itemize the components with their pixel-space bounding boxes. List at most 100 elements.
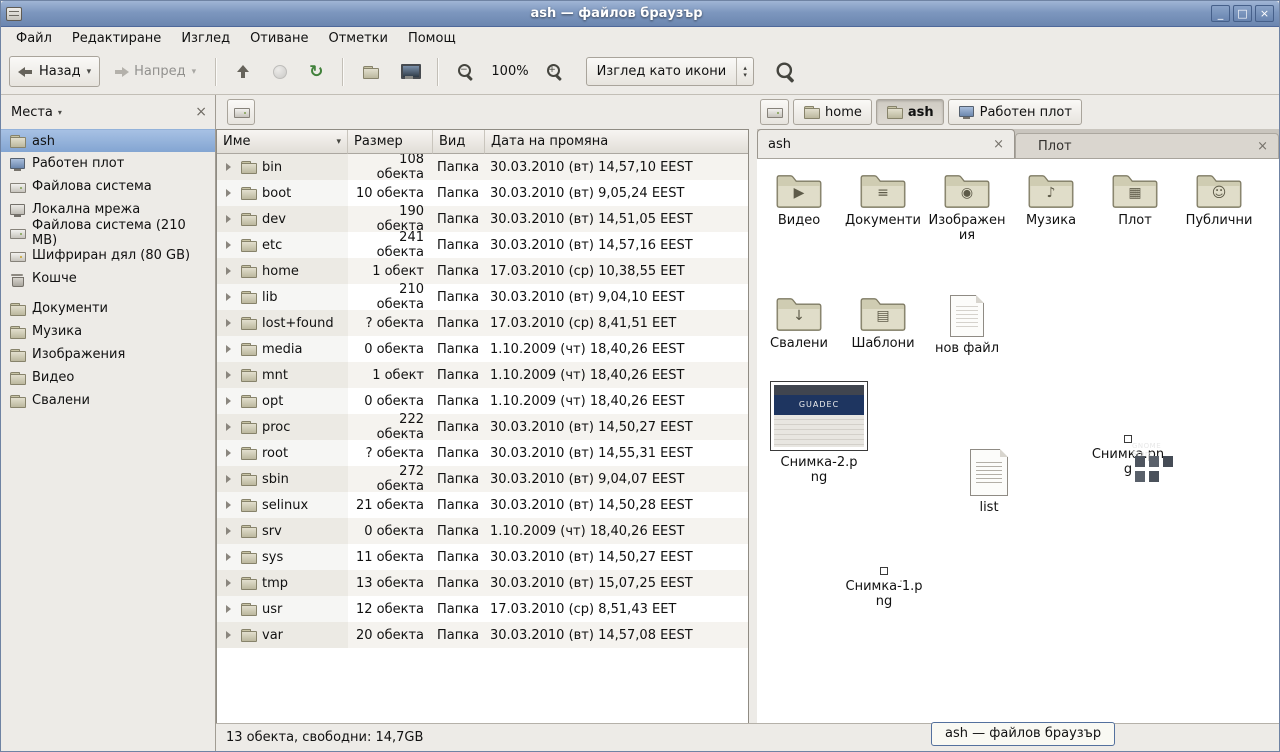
table-row[interactable]: media 0 обекта Папка 1.10.2009 (чт) 18,4… bbox=[217, 336, 748, 362]
tab-close-icon[interactable]: × bbox=[1257, 139, 1268, 154]
zoom-in-button[interactable]: + bbox=[537, 56, 572, 87]
search-button[interactable] bbox=[768, 56, 803, 87]
expander-icon[interactable] bbox=[226, 267, 235, 275]
maximize-button[interactable]: □ bbox=[1233, 5, 1252, 22]
place-item[interactable]: Документи bbox=[1, 297, 215, 320]
back-dropdown-icon[interactable]: ▾ bbox=[87, 67, 92, 77]
table-row[interactable]: mnt 1 обект Папка 1.10.2009 (чт) 18,40,2… bbox=[217, 362, 748, 388]
place-item[interactable]: Работен плот bbox=[1, 152, 215, 175]
expander-icon[interactable] bbox=[226, 449, 235, 457]
file-item-list[interactable]: list bbox=[957, 449, 1021, 515]
place-item[interactable]: Музика bbox=[1, 320, 215, 343]
folder-item[interactable]: ▶ Видео bbox=[757, 171, 841, 294]
folder-item[interactable]: ☺ Публични bbox=[1177, 171, 1261, 294]
folder-item[interactable]: ≡ Документи bbox=[841, 171, 925, 294]
table-row[interactable]: etc 241 обекта Папка 30.03.2010 (вт) 14,… bbox=[217, 232, 748, 258]
table-row[interactable]: sbin 272 обекта Папка 30.03.2010 (вт) 9,… bbox=[217, 466, 748, 492]
forward-button[interactable]: Напред ▾ bbox=[104, 56, 205, 87]
table-row[interactable]: opt 0 обекта Папка 1.10.2009 (чт) 18,40,… bbox=[217, 388, 748, 414]
table-row[interactable]: usr 12 обекта Папка 17.03.2010 (ср) 8,51… bbox=[217, 596, 748, 622]
expander-icon[interactable] bbox=[226, 605, 235, 613]
place-item[interactable]: Шифриран дял (80 GB) bbox=[1, 244, 215, 267]
table-row[interactable]: selinux 21 обекта Папка 30.03.2010 (вт) … bbox=[217, 492, 748, 518]
place-item[interactable]: Видео bbox=[1, 366, 215, 389]
menu-item[interactable]: Отметки bbox=[319, 29, 396, 48]
image-item-snimka[interactable]: GNOME Store Снимка.png bbox=[1073, 435, 1183, 477]
sidebar-mode-combo[interactable]: Места ▾ bbox=[11, 105, 62, 120]
expander-icon[interactable] bbox=[226, 293, 235, 301]
table-row[interactable]: lib 210 обекта Папка 30.03.2010 (вт) 9,0… bbox=[217, 284, 748, 310]
table-row[interactable]: bin 108 обекта Папка 30.03.2010 (вт) 14,… bbox=[217, 154, 748, 180]
zoom-out-button[interactable]: − bbox=[448, 56, 483, 87]
tab-close-icon[interactable]: × bbox=[993, 137, 1004, 152]
table-row[interactable]: proc 222 обекта Папка 30.03.2010 (вт) 14… bbox=[217, 414, 748, 440]
table-row[interactable]: srv 0 обекта Папка 1.10.2009 (чт) 18,40,… bbox=[217, 518, 748, 544]
table-row[interactable]: root ? обекта Папка 30.03.2010 (вт) 14,5… bbox=[217, 440, 748, 466]
column-header-name[interactable]: Име ▾ bbox=[217, 130, 348, 154]
pane-splitter[interactable] bbox=[749, 95, 757, 723]
reload-button[interactable]: ↻ bbox=[300, 56, 332, 87]
expander-icon[interactable] bbox=[226, 475, 235, 483]
file-item-new-file[interactable]: нов файл bbox=[927, 295, 1007, 356]
view-mode-combo[interactable]: Изглед като икони ▴ ▾ bbox=[586, 57, 755, 86]
stop-button[interactable] bbox=[264, 56, 296, 87]
image-item-snimka-1[interactable]: Снимка-1.png bbox=[829, 567, 939, 609]
expander-icon[interactable] bbox=[226, 345, 235, 353]
place-item[interactable]: Файлова система (210 MB) bbox=[1, 221, 215, 244]
tab[interactable]: Плот × bbox=[1015, 133, 1279, 158]
minimize-button[interactable]: _ bbox=[1211, 5, 1230, 22]
place-item[interactable]: Файлова система bbox=[1, 175, 215, 198]
combo-stepper[interactable]: ▴ ▾ bbox=[736, 58, 753, 85]
pathbar-button[interactable]: ash bbox=[876, 99, 944, 125]
menu-item[interactable]: Изглед bbox=[172, 29, 239, 48]
title-bar[interactable]: ash — файлов браузър _ □ × bbox=[1, 1, 1279, 27]
expander-icon[interactable] bbox=[226, 241, 235, 249]
tab[interactable]: ash × bbox=[757, 129, 1015, 158]
menu-item[interactable]: Помощ bbox=[399, 29, 465, 48]
folder-label: Изображения bbox=[928, 213, 1006, 243]
sidebar-close-icon[interactable]: × bbox=[195, 105, 207, 119]
table-row[interactable]: tmp 13 обекта Папка 30.03.2010 (вт) 15,0… bbox=[217, 570, 748, 596]
folder-item[interactable]: ♪ Музика bbox=[1009, 171, 1093, 294]
place-item[interactable]: Свалени bbox=[1, 389, 215, 412]
expander-icon[interactable] bbox=[226, 631, 235, 639]
place-item[interactable]: Изображения bbox=[1, 343, 215, 366]
menu-item[interactable]: Отиване bbox=[241, 29, 317, 48]
expander-icon[interactable] bbox=[226, 423, 235, 431]
table-row[interactable]: sys 11 обекта Папка 30.03.2010 (вт) 14,5… bbox=[217, 544, 748, 570]
close-button[interactable]: × bbox=[1255, 5, 1274, 22]
table-row[interactable]: home 1 обект Папка 17.03.2010 (ср) 10,38… bbox=[217, 258, 748, 284]
expander-icon[interactable] bbox=[226, 189, 235, 197]
expander-icon[interactable] bbox=[226, 371, 235, 379]
expander-icon[interactable] bbox=[226, 527, 235, 535]
folder-item[interactable]: ▦ Плот bbox=[1093, 171, 1177, 294]
place-item[interactable]: ash bbox=[1, 129, 215, 152]
expander-icon[interactable] bbox=[226, 553, 235, 561]
table-row[interactable]: var 20 обекта Папка 30.03.2010 (вт) 14,5… bbox=[217, 622, 748, 648]
back-button[interactable]: Назад ▾ bbox=[9, 56, 100, 87]
home-button[interactable] bbox=[353, 56, 388, 87]
up-button[interactable] bbox=[226, 56, 260, 87]
computer-button[interactable] bbox=[392, 56, 427, 87]
root-location-button[interactable] bbox=[227, 99, 255, 125]
column-header-type[interactable]: Вид bbox=[433, 130, 485, 154]
folder-item[interactable]: ◉ Изображения bbox=[925, 171, 1009, 294]
table-row[interactable]: dev 190 обекта Папка 30.03.2010 (вт) 14,… bbox=[217, 206, 748, 232]
expander-icon[interactable] bbox=[226, 163, 235, 171]
expander-icon[interactable] bbox=[226, 579, 235, 587]
image-item-snimka-2[interactable]: GUADEC Снимка-2.png bbox=[761, 381, 877, 485]
menu-item[interactable]: Редактиране bbox=[63, 29, 170, 48]
expander-icon[interactable] bbox=[226, 319, 235, 327]
pathbar-root-button[interactable] bbox=[760, 99, 789, 125]
expander-icon[interactable] bbox=[226, 215, 235, 223]
pathbar-button[interactable]: Работен плот bbox=[948, 99, 1082, 125]
place-item[interactable]: Кошче bbox=[1, 267, 215, 290]
pathbar-button[interactable]: home bbox=[793, 99, 872, 125]
expander-icon[interactable] bbox=[226, 397, 235, 405]
menu-item[interactable]: Файл bbox=[7, 29, 61, 48]
column-header-size[interactable]: Размер bbox=[348, 130, 433, 154]
expander-icon[interactable] bbox=[226, 501, 235, 509]
column-header-date[interactable]: Дата на промяна bbox=[485, 130, 748, 154]
table-row[interactable]: lost+found ? обекта Папка 17.03.2010 (ср… bbox=[217, 310, 748, 336]
table-row[interactable]: boot 10 обекта Папка 30.03.2010 (вт) 9,0… bbox=[217, 180, 748, 206]
